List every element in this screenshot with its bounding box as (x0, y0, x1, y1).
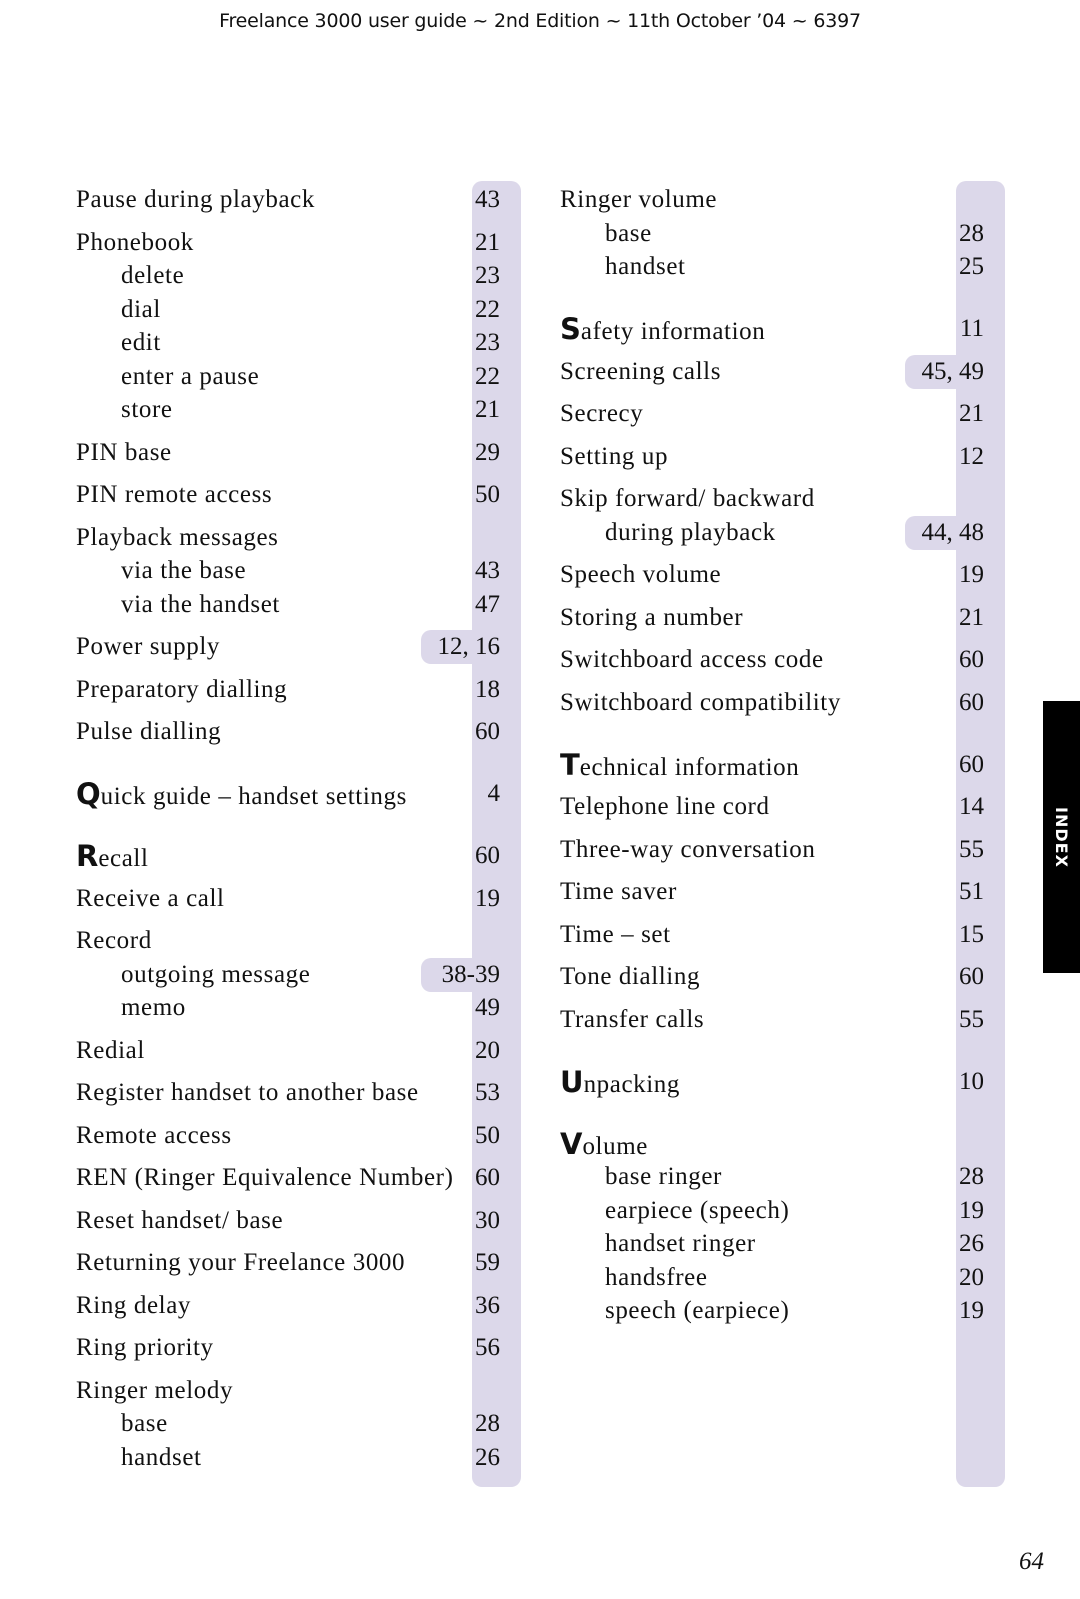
entry-text: Tone dialling (560, 963, 701, 990)
entry-text: base (605, 219, 652, 247)
section-letter: T (560, 747, 580, 782)
entry-text: handsfree (605, 1263, 708, 1291)
page-reference[interactable]: 51 (865, 877, 984, 907)
index-entry: Unpacking (560, 1067, 680, 1100)
entry-text: Skip forward/ backward (560, 485, 815, 512)
entry-text: afety information (580, 318, 766, 345)
index-entry: Transfer calls (560, 1005, 704, 1035)
index-entry: Technical information (560, 750, 799, 783)
entry-text: echnical information (579, 753, 800, 781)
page-reference[interactable]: 55 (865, 1005, 984, 1035)
page-reference[interactable]: 28 (865, 219, 984, 249)
entry-text: Speech volume (560, 561, 722, 588)
entry-text: Screening calls (560, 357, 722, 385)
index-subentry: handset (605, 252, 686, 282)
entry-text: Time saver (560, 878, 677, 905)
index-entry: Time – set (560, 920, 671, 950)
index-entry: Telephone line cord (560, 792, 770, 822)
index-subentry: during playback (605, 518, 776, 548)
page-reference[interactable]: 25 (865, 252, 984, 282)
index-subentry: speech (earpiece) (605, 1296, 789, 1326)
page-reference[interactable]: 15 (865, 920, 984, 950)
index-entry: Screening calls (560, 357, 721, 387)
page-number: 64 (1019, 1548, 1044, 1575)
entry-text: olume (582, 1132, 648, 1160)
index-subentry: earpiece (speech) (605, 1196, 789, 1226)
page-reference[interactable]: 11 (865, 314, 984, 344)
page-reference[interactable]: 60 (865, 962, 984, 992)
index-entry: Switchboard compatibility (560, 688, 841, 718)
entry-text: Storing a number (560, 603, 744, 631)
index-subentry: handsfree (605, 1263, 708, 1293)
entry-text: Switchboard compatibility (560, 688, 841, 716)
index-entry: Three-way conversation (560, 835, 815, 865)
section-letter: U (560, 1064, 584, 1099)
entry-text: speech (earpiece) (605, 1297, 790, 1324)
page-reference[interactable]: 28 (865, 1162, 984, 1192)
entry-text: Ringer volume (560, 186, 718, 213)
entry-text: Telephone line cord (560, 793, 770, 820)
section-letter: V (560, 1126, 583, 1161)
entry-text: base ringer (605, 1163, 722, 1190)
index-entry: Speech volume (560, 560, 721, 590)
index-column-right: Ringer volume base 28 handset 25 Safety infor… (0, 0, 1080, 1599)
entry-text: Secrecy (560, 400, 644, 427)
index-subentry: base ringer (605, 1162, 722, 1192)
index-entry: Ringer volume (560, 185, 717, 215)
section-letter: S (560, 312, 581, 346)
entry-text: earpiece (speech) (605, 1196, 790, 1224)
page-reference[interactable]: 14 (865, 792, 984, 822)
page-reference[interactable]: 21 (865, 603, 984, 633)
index-section-tab[interactable]: INDEX (1043, 701, 1080, 973)
page-reference[interactable]: 45, 49 (865, 357, 985, 387)
index-entry: Time saver (560, 877, 677, 907)
entry-text: Time – set (560, 920, 671, 948)
page-reference[interactable]: 60 (865, 750, 984, 780)
page-reference[interactable]: 12 (865, 442, 984, 472)
entry-text: during playback (605, 518, 776, 546)
index-entry: Secrecy (560, 399, 643, 429)
index-entry: Safety information (560, 314, 765, 347)
entry-text: Three-way conversation (560, 835, 816, 863)
index-entry: Skip forward/ backward (560, 484, 815, 514)
page-reference[interactable]: 55 (865, 835, 984, 865)
page-reference[interactable]: 44, 48 (865, 518, 985, 548)
index-subentry: base (605, 219, 652, 249)
page-reference[interactable]: 60 (865, 688, 984, 718)
entry-text: Transfer calls (560, 1005, 705, 1033)
page-reference[interactable]: 19 (865, 560, 984, 590)
index-entry: Switchboard access code (560, 645, 824, 675)
entry-text: handset ringer (605, 1230, 756, 1257)
page-reference[interactable]: 19 (865, 1296, 984, 1326)
index-entry: Tone dialling (560, 962, 700, 992)
entry-text: Setting up (560, 442, 669, 470)
page-reference[interactable]: 19 (865, 1196, 984, 1226)
index-entry: Setting up (560, 442, 668, 472)
index-tab-label: INDEX (1052, 806, 1072, 868)
page-reference[interactable]: 21 (865, 399, 984, 429)
page-reference[interactable]: 60 (865, 645, 984, 675)
entry-text: npacking (583, 1070, 681, 1098)
page-reference[interactable]: 20 (865, 1263, 984, 1293)
entry-text: Switchboard access code (560, 646, 824, 673)
page-reference[interactable]: 26 (865, 1229, 984, 1259)
index-entry: Storing a number (560, 603, 743, 633)
page-reference[interactable]: 10 (865, 1067, 984, 1097)
index-entry: Volume (560, 1129, 648, 1162)
index-subentry: handset ringer (605, 1229, 756, 1259)
entry-text: handset (605, 253, 686, 280)
